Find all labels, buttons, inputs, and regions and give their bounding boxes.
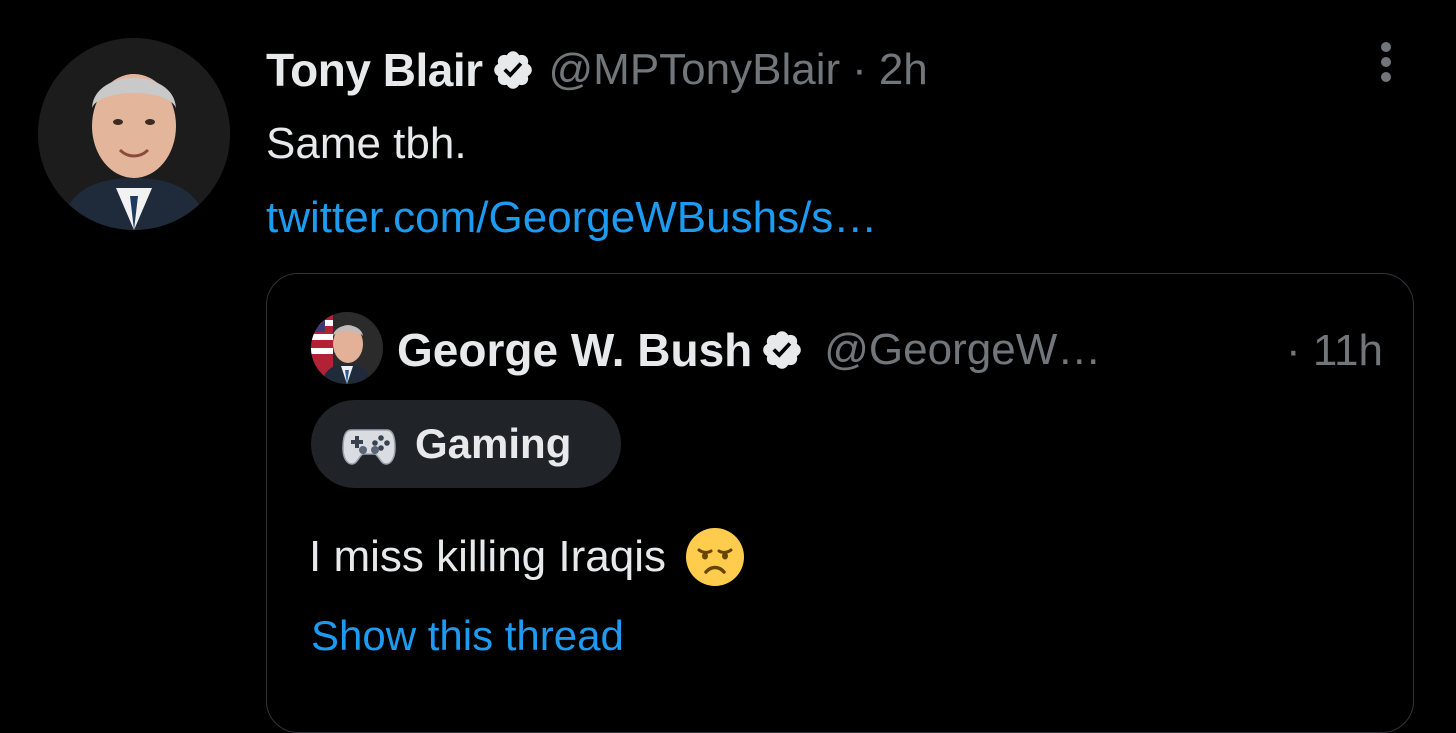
author-handle[interactable]: @MPTonyBlair <box>549 45 841 95</box>
author-name[interactable]: Tony Blair <box>266 43 483 97</box>
quoted-tweet-card[interactable]: George W. Bush @GeorgeW… · 11h Gaming I … <box>266 273 1414 733</box>
topic-chip[interactable]: Gaming <box>311 400 621 488</box>
quoted-tweet-text-row: I miss killing Iraqis <box>309 526 746 588</box>
quoted-tweet-text: I miss killing Iraqis <box>309 532 666 581</box>
tweet-text: Same tbh. <box>266 119 467 168</box>
topic-label: Gaming <box>415 420 572 467</box>
tweet-header: Tony Blair @MPTonyBlair · 2h <box>266 40 928 100</box>
quoted-author-handle[interactable]: @GeorgeW… <box>824 325 1101 375</box>
tweet-link[interactable]: twitter.com/GeorgeWBushs/s… <box>266 190 877 246</box>
quoted-tweet-header: George W. Bush @GeorgeW… <box>397 320 1397 380</box>
tweet-timestamp[interactable]: 2h <box>879 45 928 95</box>
verified-badge-icon <box>760 328 804 372</box>
more-options-icon[interactable] <box>1372 38 1400 88</box>
author-avatar[interactable] <box>38 38 230 230</box>
quoted-author-name[interactable]: George W. Bush <box>397 323 752 377</box>
quoted-tweet-timestamp[interactable]: · 11h <box>1286 326 1383 376</box>
separator-dot: · <box>852 45 867 94</box>
disappointed-face-emoji <box>684 526 746 588</box>
quoted-author-avatar[interactable] <box>311 312 383 384</box>
game-controller-icon <box>341 422 397 466</box>
show-thread-link[interactable]: Show this thread <box>311 608 624 664</box>
verified-badge-icon <box>491 48 535 92</box>
